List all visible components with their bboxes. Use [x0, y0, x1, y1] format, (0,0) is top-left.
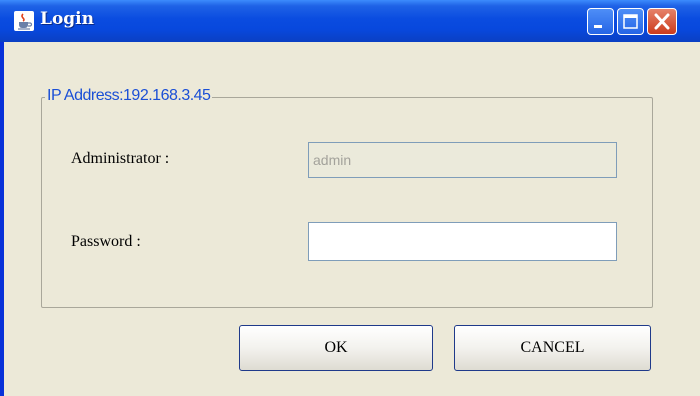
java-cup-icon: [14, 11, 34, 31]
password-label: Password :: [71, 233, 141, 250]
close-button[interactable]: [647, 8, 677, 35]
ok-button[interactable]: OK: [239, 325, 433, 371]
connection-group-box: [41, 97, 653, 308]
login-dialog: Login IP Address:192.168.3.45 Administra…: [0, 0, 700, 396]
minimize-button[interactable]: [587, 8, 614, 35]
close-icon: [654, 13, 670, 30]
cancel-button[interactable]: CANCEL: [454, 325, 651, 371]
group-legend-ip-address: IP Address:192.168.3.45: [45, 87, 213, 105]
administrator-field[interactable]: [308, 142, 617, 178]
administrator-label: Administrator :: [71, 150, 170, 167]
maximize-button[interactable]: [617, 8, 644, 35]
window-title: Login: [40, 9, 94, 29]
maximize-icon: [623, 14, 638, 29]
title-bar[interactable]: Login: [0, 0, 700, 42]
minimize-icon: [594, 25, 602, 28]
password-field[interactable]: [308, 222, 617, 261]
